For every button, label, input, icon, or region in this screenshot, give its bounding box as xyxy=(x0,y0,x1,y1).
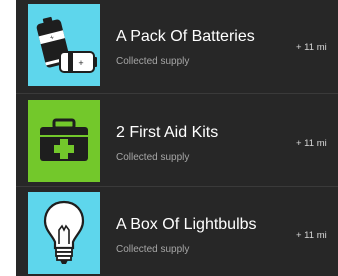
row-divider xyxy=(16,93,338,94)
supply-row-lightbulbs[interactable]: A Box Of Lightbulbs Collected supply + 1… xyxy=(16,192,338,274)
supply-subtitle: Collected supply xyxy=(116,56,190,67)
first-aid-kit-icon xyxy=(28,100,100,182)
first-aid-kit-tile xyxy=(28,100,100,182)
supply-list: + + A Pack Of Batteries Collected supply… xyxy=(16,0,338,276)
supply-title: A Box Of Lightbulbs xyxy=(116,216,257,233)
batteries-icon: + + xyxy=(28,4,100,86)
supply-row-batteries[interactable]: + + A Pack Of Batteries Collected supply… xyxy=(16,4,338,86)
supply-title: A Pack Of Batteries xyxy=(116,28,255,45)
lightbulb-tile xyxy=(28,192,100,274)
supply-subtitle: Collected supply xyxy=(116,152,190,163)
lightbulb-icon xyxy=(28,192,100,274)
supply-row-first-aid-kits[interactable]: 2 First Aid Kits Collected supply + 11 m… xyxy=(16,100,338,182)
supply-reward: + 11 mi xyxy=(296,138,327,149)
supply-reward: + 11 mi xyxy=(296,42,327,53)
svg-text:+: + xyxy=(78,58,83,68)
supply-subtitle: Collected supply xyxy=(116,244,190,255)
supply-reward: + 11 mi xyxy=(296,230,327,241)
supply-title: 2 First Aid Kits xyxy=(116,124,219,141)
row-divider xyxy=(16,186,338,187)
batteries-tile: + + xyxy=(28,4,100,86)
